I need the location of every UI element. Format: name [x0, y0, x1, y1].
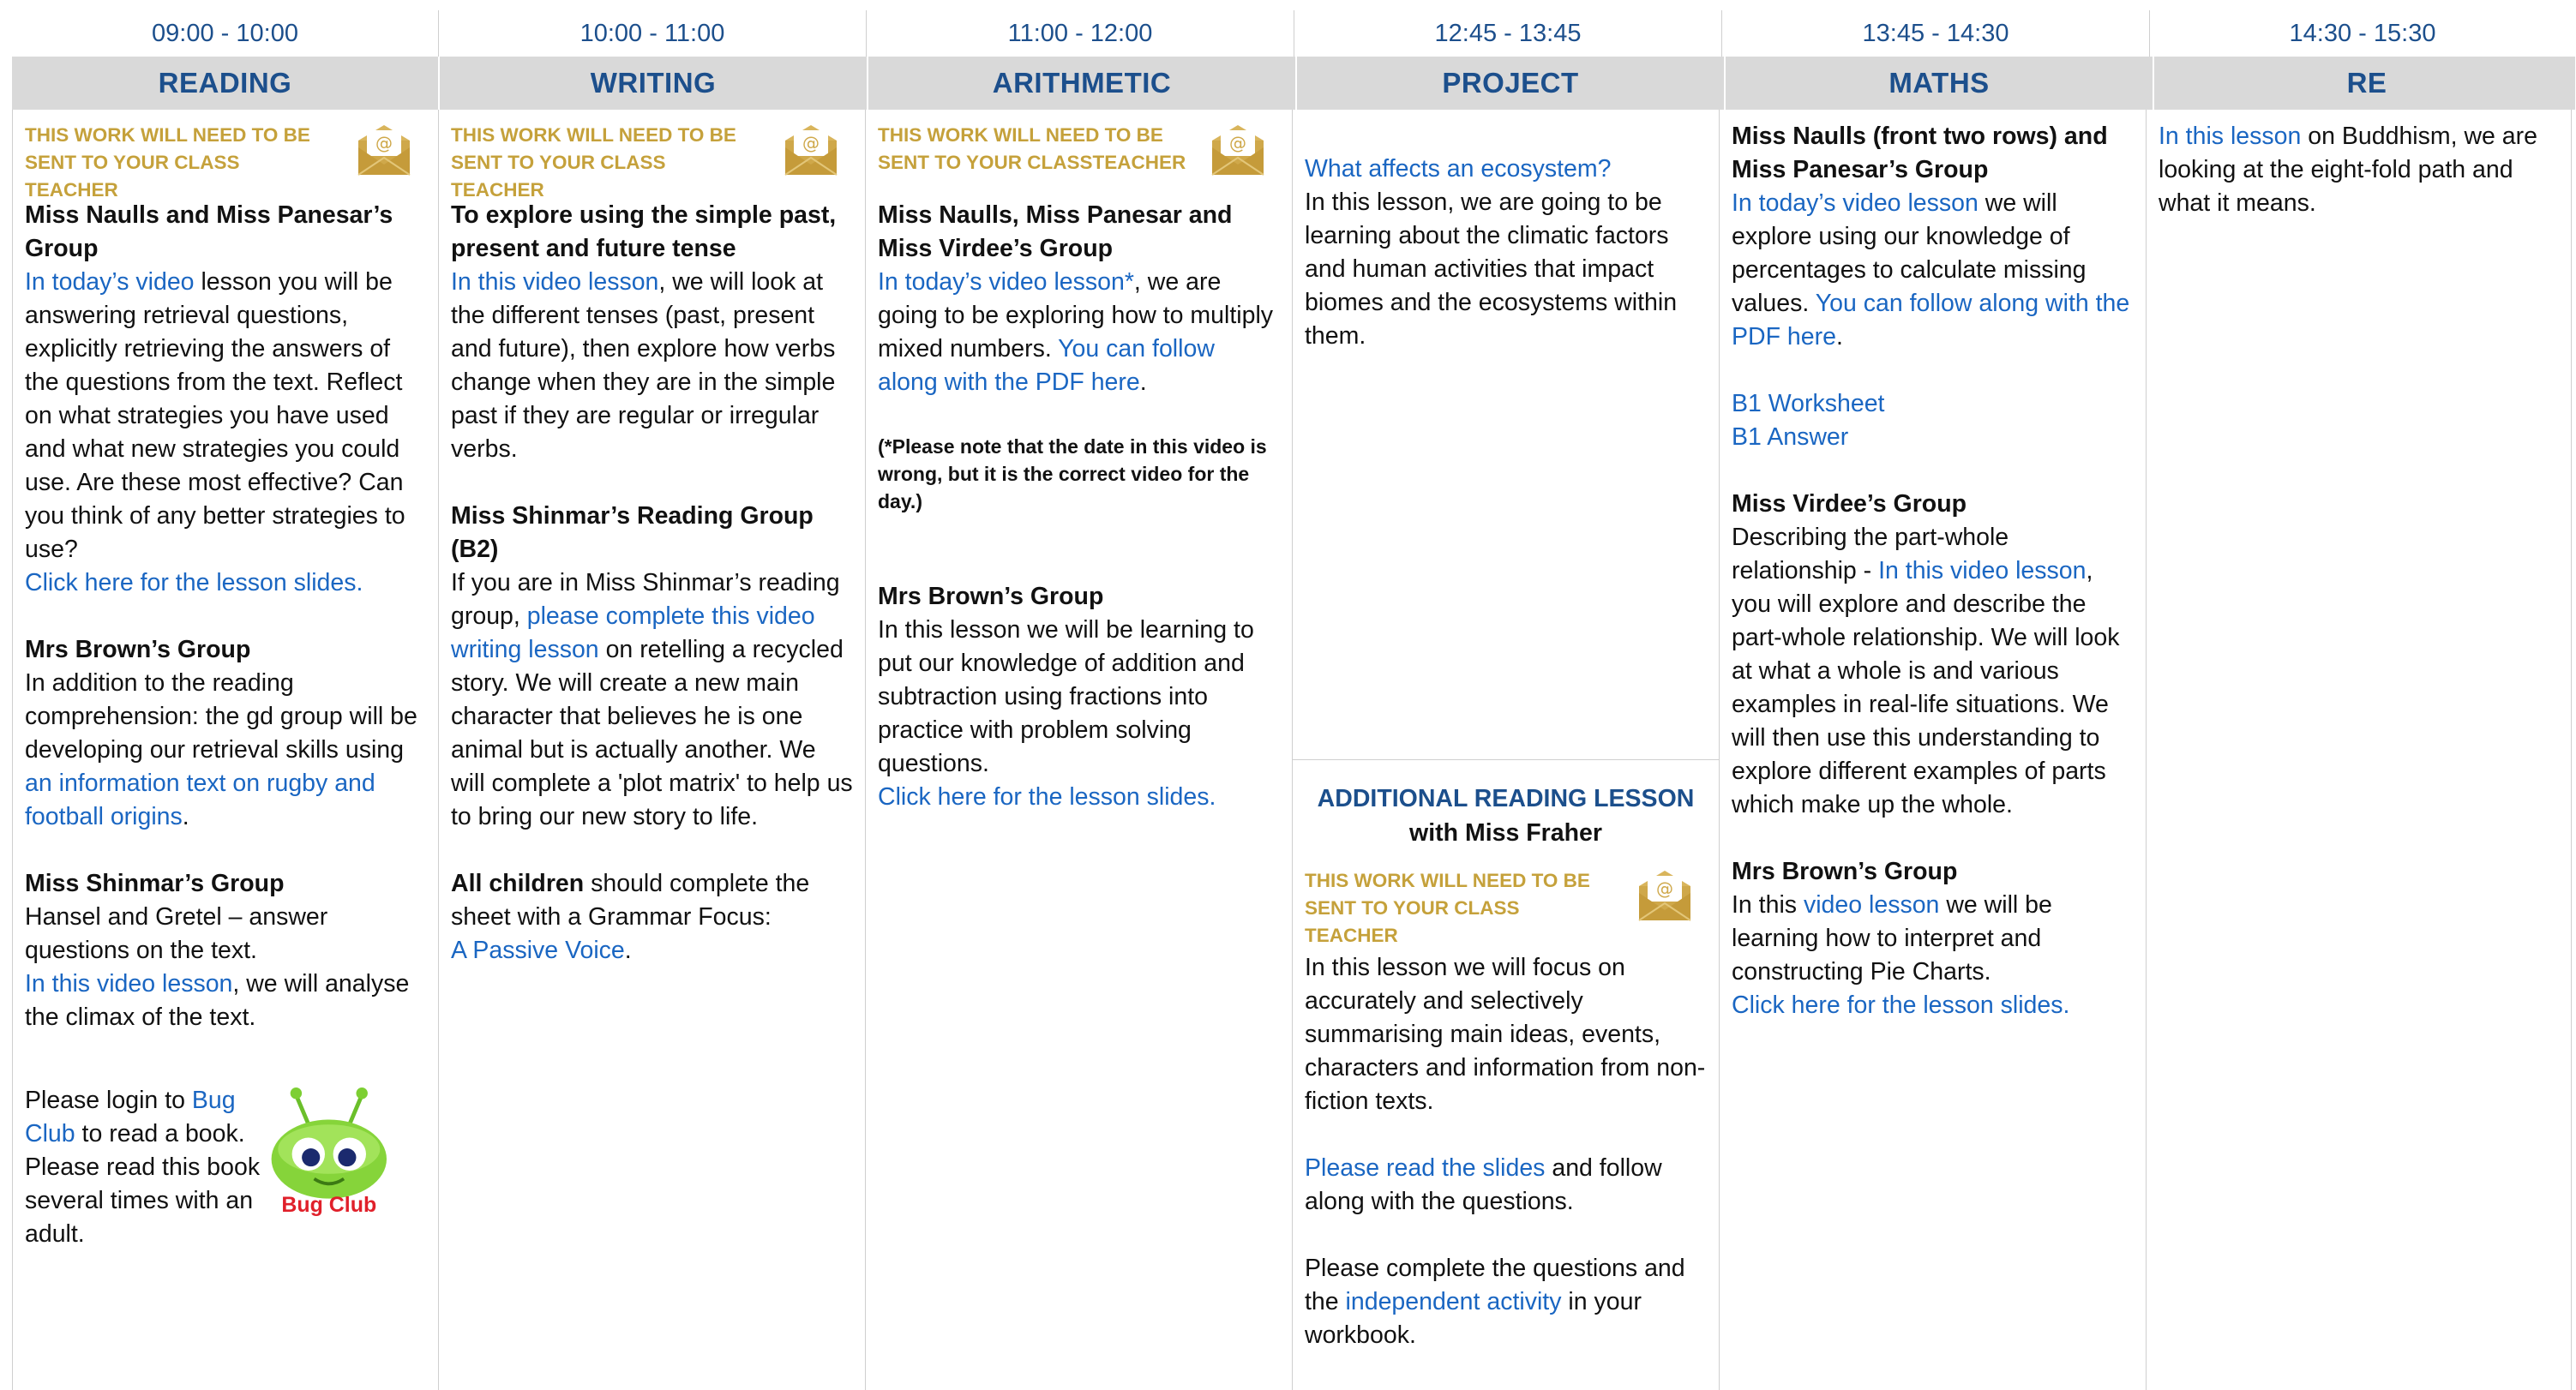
- time-slot-3: 11:00 - 12:00: [866, 10, 1294, 57]
- additional-reading-heading: ADDITIONAL READING LESSON: [1317, 785, 1695, 812]
- additional-reading-teacher: with Miss Fraher: [1409, 819, 1602, 847]
- reading-group1-text: lesson you will be answering retrieval q…: [25, 268, 405, 563]
- reading-slides-link[interactable]: Click here for the lesson slides.: [25, 569, 363, 596]
- svg-text:@: @: [1656, 878, 1673, 899]
- envelope-icon: @: [784, 125, 838, 176]
- subject-arithmetic: ARITHMETIC: [867, 57, 1295, 110]
- reading-group2-end: .: [182, 803, 189, 830]
- arithmetic-video-link[interactable]: In today’s video lesson*: [878, 268, 1134, 296]
- reading-group3-video-link[interactable]: In this video lesson: [25, 970, 232, 998]
- arithmetic-group1-end: .: [1139, 368, 1147, 396]
- reading-group2-title: Mrs Brown’s Group: [25, 636, 251, 663]
- subject-row: READING WRITING ARITHMETIC PROJECT MATHS…: [12, 57, 2575, 110]
- bug-club-section: Please login to Bug Club to read a book.…: [25, 1084, 426, 1251]
- reading-video-link[interactable]: In today’s video: [25, 268, 195, 296]
- time-row: 09:00 - 10:00 10:00 - 11:00 11:00 - 12:0…: [12, 10, 2575, 57]
- send-to-teacher-notice: THIS WORK WILL NEED TO BE SENT TO YOUR C…: [25, 122, 426, 201]
- reading-group2-text: In addition to the reading comprehension…: [25, 669, 417, 764]
- reading-group3-title: Miss Shinmar’s Group: [25, 870, 285, 897]
- maths-group3-video-link[interactable]: video lesson: [1804, 891, 1939, 919]
- bug-club-logo-text: Bug Club: [282, 1193, 377, 1217]
- envelope-icon: @: [1638, 871, 1691, 921]
- svg-text:@: @: [1229, 133, 1246, 153]
- maths-group3-text-a: In this: [1732, 891, 1804, 919]
- svg-text:@: @: [375, 133, 393, 153]
- b1-answer-link[interactable]: B1 Answer: [1732, 423, 1848, 451]
- reading-group1-title: Miss Naulls and Miss Panesar’s Group: [25, 201, 393, 262]
- time-slot-2: 10:00 - 11:00: [438, 10, 866, 57]
- re-column: In this lesson on Buddhism, we are looki…: [2147, 110, 2572, 1390]
- lesson-columns: THIS WORK WILL NEED TO BE SENT TO YOUR C…: [12, 110, 2575, 1390]
- timetable: 09:00 - 10:00 10:00 - 11:00 11:00 - 12:0…: [12, 10, 2575, 1390]
- project-text: In this lesson, we are going to be learn…: [1305, 189, 1678, 350]
- time-slot-4: 12:45 - 13:45: [1294, 10, 1721, 57]
- notice-text: THIS WORK WILL NEED TO BE SENT TO YOUR C…: [878, 124, 1186, 173]
- maths-slides-link[interactable]: Click here for the lesson slides.: [1732, 992, 2069, 1019]
- maths-group2-video-link[interactable]: In this video lesson: [1878, 557, 2086, 584]
- maths-group2-title: Miss Virdee’s Group: [1732, 490, 1967, 518]
- maths-column: Miss Naulls (front two rows) and Miss Pa…: [1720, 110, 2147, 1390]
- subject-project: PROJECT: [1295, 57, 1724, 110]
- subject-writing: WRITING: [438, 57, 867, 110]
- envelope-icon: @: [357, 125, 411, 176]
- writing-group2-title: Miss Shinmar’s Reading Group (B2): [451, 502, 814, 563]
- ecosystem-question-link[interactable]: What affects an ecosystem?: [1305, 155, 1611, 183]
- maths-group1-end: .: [1835, 323, 1843, 350]
- subject-maths: MATHS: [1724, 57, 2153, 110]
- bug-club-text-a: Please login to: [25, 1087, 192, 1114]
- send-to-teacher-notice: THIS WORK WILL NEED TO BE SENT TO YOUR C…: [451, 122, 853, 201]
- maths-group1-title: Miss Naulls (front two rows) and Miss Pa…: [1732, 123, 2108, 183]
- writing-passive-end: .: [624, 937, 632, 964]
- project-column: What affects an ecosystem? In this lesso…: [1293, 110, 1720, 1390]
- independent-activity-link[interactable]: independent activity: [1346, 1288, 1562, 1315]
- arithmetic-group2-text: In this lesson we will be learning to pu…: [878, 616, 1254, 777]
- read-slides-link[interactable]: Please read the slides: [1305, 1154, 1545, 1182]
- writing-text: , we will look at the different tenses (…: [451, 268, 836, 463]
- time-slot-1: 09:00 - 10:00: [152, 19, 298, 47]
- notice-text: THIS WORK WILL NEED TO BE SENT TO YOUR C…: [1305, 870, 1590, 946]
- time-slot-6: 14:30 - 15:30: [2149, 10, 2575, 57]
- arithmetic-group2-title: Mrs Brown’s Group: [878, 583, 1104, 610]
- writing-group2-text-b: on retelling a recycled story. We will c…: [451, 636, 853, 830]
- envelope-icon: @: [1211, 125, 1264, 176]
- writing-video-link[interactable]: In this video lesson: [451, 268, 658, 296]
- writing-all-children: All children: [451, 870, 585, 897]
- subject-reading: READING: [158, 67, 292, 99]
- subject-re: RE: [2153, 57, 2576, 110]
- project-divider: [1293, 759, 1719, 760]
- reading-column: THIS WORK WILL NEED TO BE SENT TO YOUR C…: [13, 110, 439, 1390]
- additional-reading-title: ADDITIONAL READING LESSON with Miss Frah…: [1305, 782, 1707, 850]
- reading-rugby-link[interactable]: an information text on rugby and footbal…: [25, 770, 375, 830]
- writing-column: THIS WORK WILL NEED TO BE SENT TO YOUR C…: [439, 110, 866, 1390]
- svg-text:@: @: [802, 133, 820, 153]
- re-lesson-link[interactable]: In this lesson: [2159, 123, 2301, 150]
- time-slot-5: 13:45 - 14:30: [1721, 10, 2149, 57]
- arithmetic-slides-link[interactable]: Click here for the lesson slides.: [878, 783, 1216, 811]
- arithmetic-column: THIS WORK WILL NEED TO BE SENT TO YOUR C…: [866, 110, 1293, 1390]
- reading-group3-text: Hansel and Gretel – answer questions on …: [25, 903, 328, 964]
- b1-worksheet-link[interactable]: B1 Worksheet: [1732, 390, 1884, 417]
- arithmetic-date-note: (*Please note that the date in this vide…: [878, 435, 1267, 512]
- maths-video-link[interactable]: In today’s video lesson: [1732, 189, 1979, 217]
- arithmetic-group1-title: Miss Naulls, Miss Panesar and Miss Virde…: [878, 201, 1233, 262]
- additional-reading-text: In this lesson we will focus on accurate…: [1305, 954, 1706, 1115]
- send-to-teacher-notice: THIS WORK WILL NEED TO BE SENT TO YOUR C…: [1305, 867, 1707, 946]
- writing-objective-title: To explore using the simple past, presen…: [451, 201, 837, 262]
- notice-text: THIS WORK WILL NEED TO BE SENT TO YOUR C…: [451, 124, 736, 201]
- maths-group3-title: Mrs Brown’s Group: [1732, 858, 1958, 885]
- maths-group2-text-b: , you will explore and describe the part…: [1732, 557, 2120, 818]
- send-to-teacher-notice: THIS WORK WILL NEED TO BE SENT TO YOUR C…: [878, 122, 1280, 187]
- notice-text: THIS WORK WILL NEED TO BE SENT TO YOUR C…: [25, 124, 310, 201]
- passive-voice-link[interactable]: A Passive Voice: [451, 937, 625, 964]
- bug-club-logo[interactable]: Bug Club: [263, 1081, 395, 1218]
